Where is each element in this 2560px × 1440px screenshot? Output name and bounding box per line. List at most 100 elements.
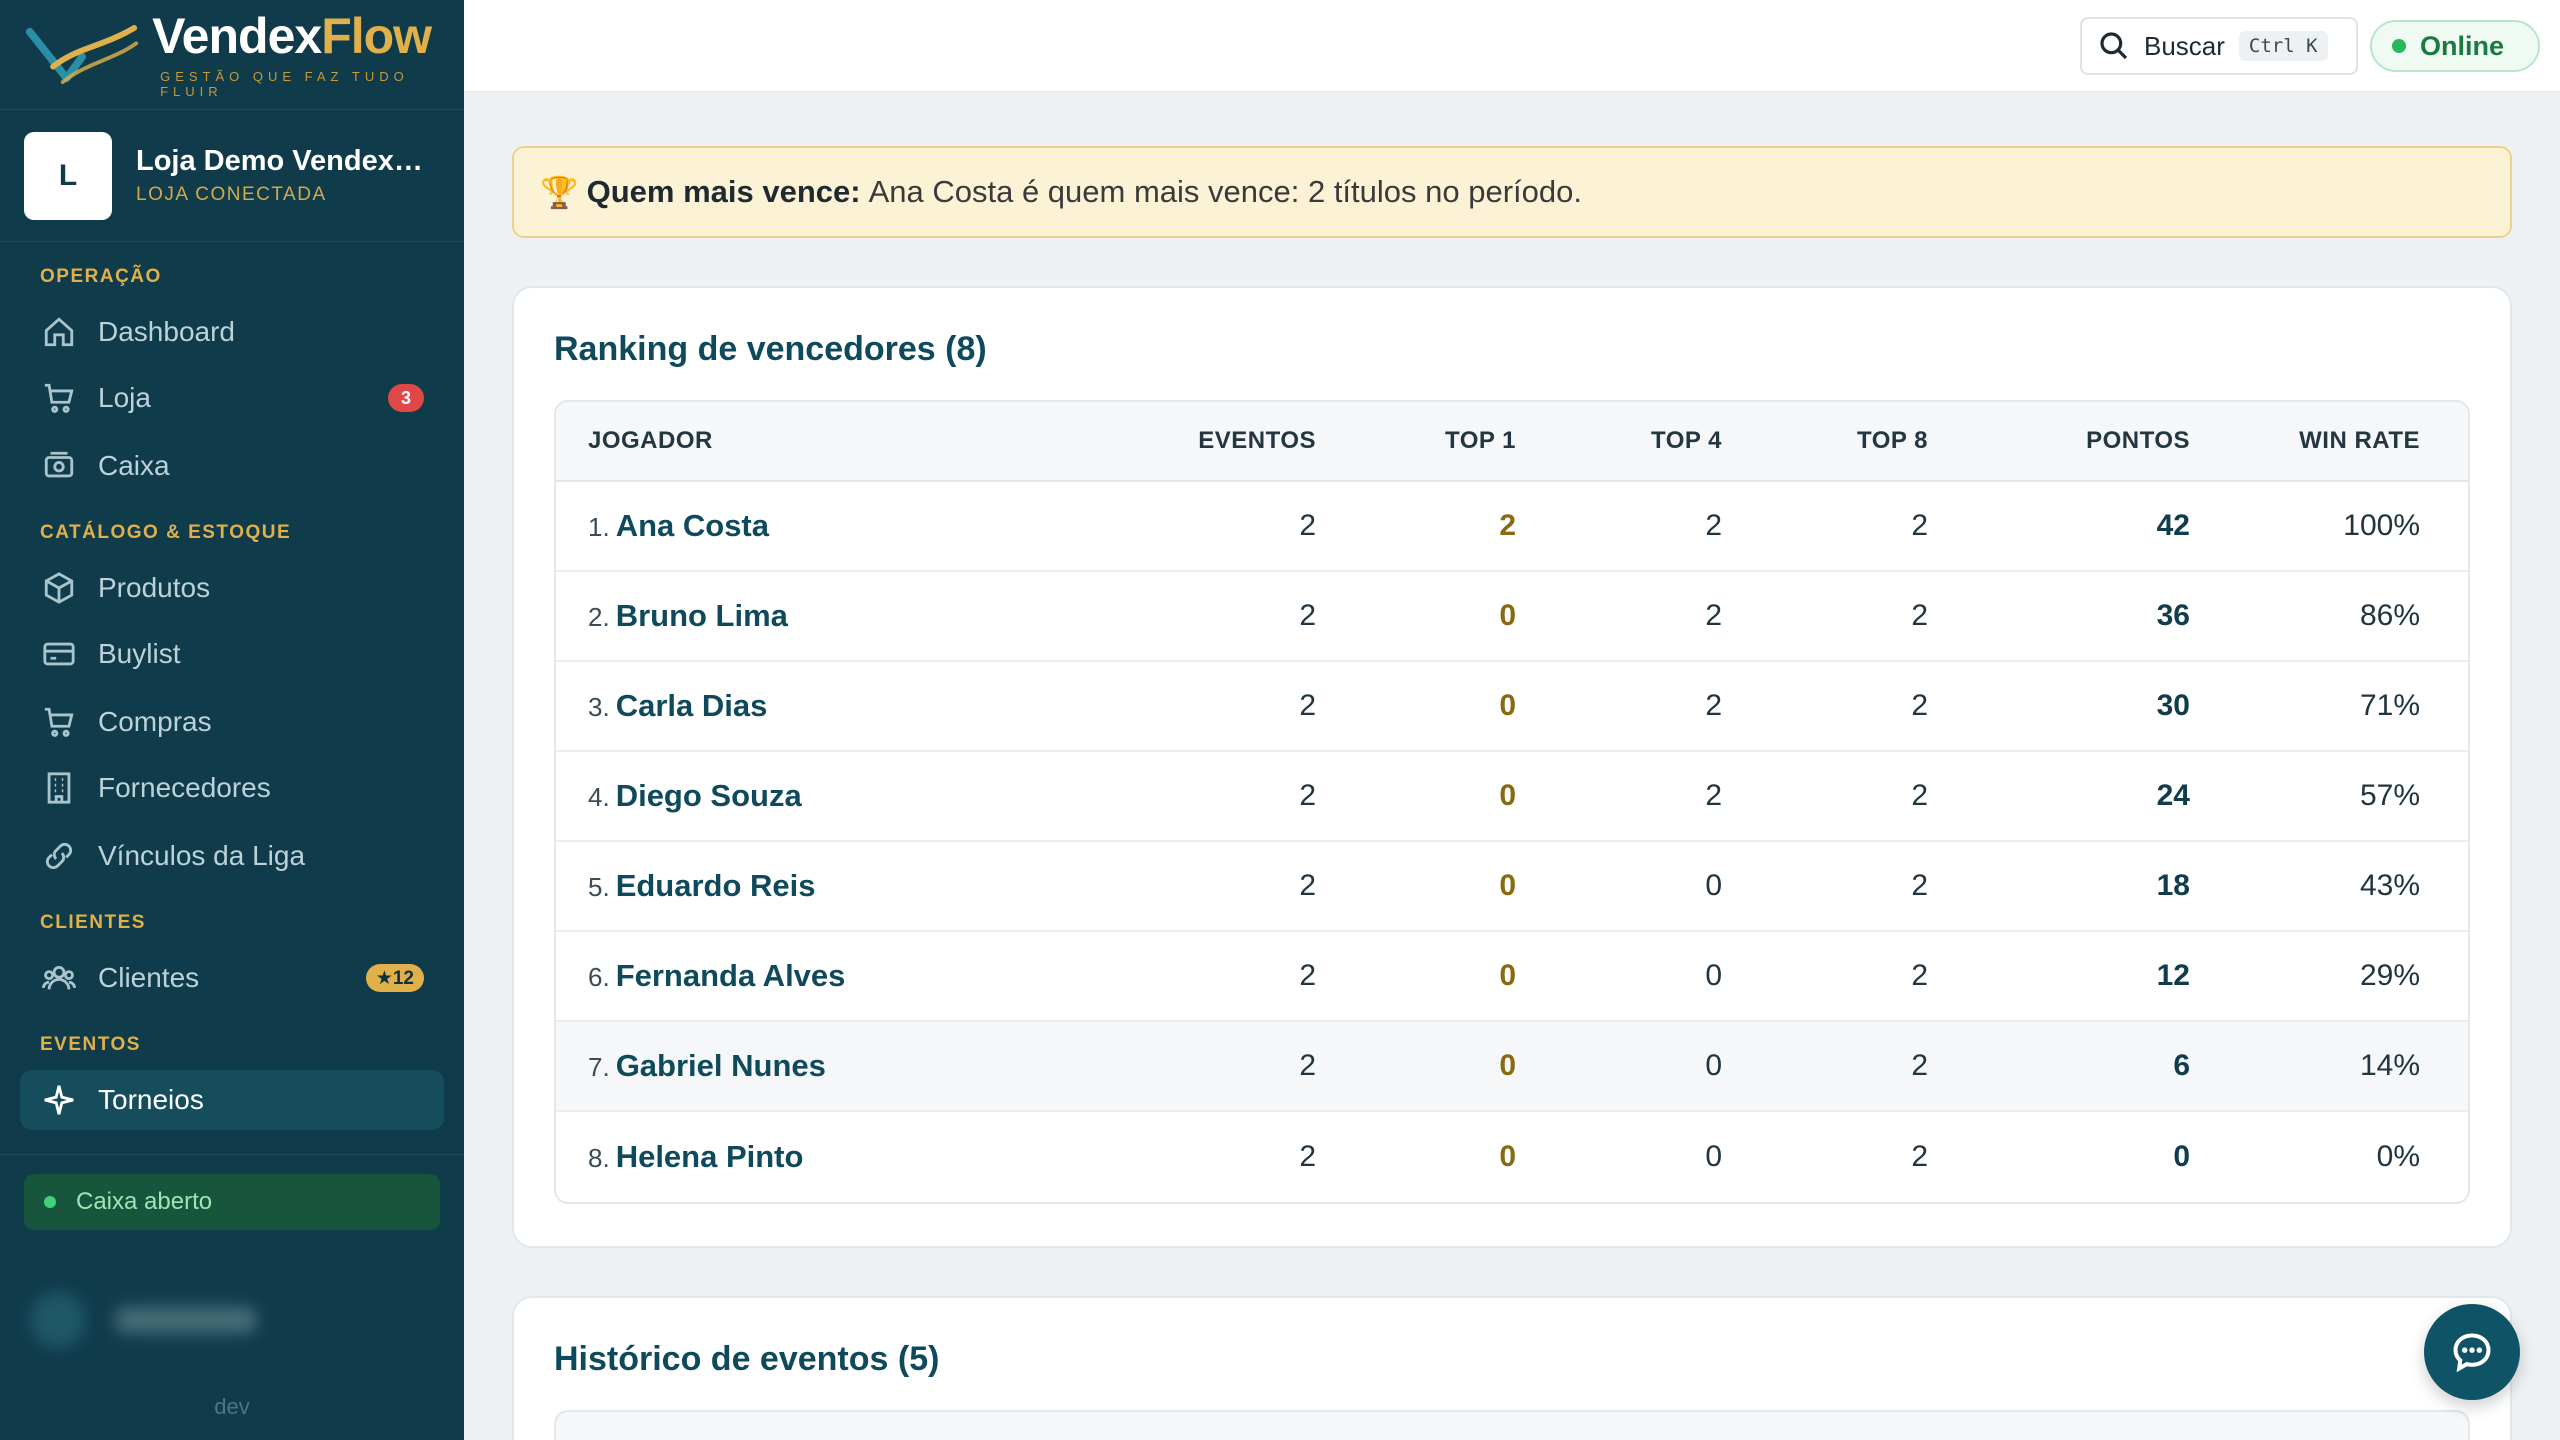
sidebar-item-clientes[interactable]: Clientes ★12 bbox=[20, 948, 444, 1008]
environment-label: dev bbox=[214, 1394, 250, 1419]
column-header-pontos[interactable]: PONTOS bbox=[1928, 427, 2190, 455]
sidebar-item-buylist[interactable]: Buylist bbox=[20, 624, 444, 684]
top8-cell: 2 bbox=[1911, 689, 1928, 722]
ranking-table-header: JOGADOR EVENTOS TOP 1 TOP 4 TOP 8 PONTOS… bbox=[556, 402, 2468, 482]
player-cell: 1. Ana Costa bbox=[556, 508, 1116, 544]
eventos-cell: 2 bbox=[1299, 779, 1316, 812]
player-rank: 2. bbox=[588, 602, 610, 632]
cash-status-indicator[interactable]: Caixa aberto bbox=[24, 1174, 440, 1230]
player-rank: 7. bbox=[588, 1052, 610, 1082]
player-name-link[interactable]: Diego Souza bbox=[616, 778, 802, 813]
eventos-cell: 2 bbox=[1299, 869, 1316, 902]
top-winner-banner: 🏆 Quem mais vence: Ana Costa é quem mais… bbox=[512, 146, 2512, 238]
sidebar-item-loja[interactable]: Loja 3 bbox=[20, 368, 444, 428]
chat-bubble-icon bbox=[2453, 1333, 2491, 1373]
sidebar-item-label: Fornecedores bbox=[98, 772, 271, 803]
brand-logo[interactable]: VendexFlow GESTÃO QUE FAZ TUDO FLUIR bbox=[0, 0, 464, 110]
sidebar-item-fornecedores[interactable]: Fornecedores bbox=[20, 758, 444, 818]
store-switcher[interactable]: L Loja Demo VendexFlow LOJA CONECTADA bbox=[0, 110, 464, 242]
top8-cell: 2 bbox=[1911, 959, 1928, 992]
player-cell: 2. Bruno Lima bbox=[556, 598, 1116, 634]
brand-name-flow: Flow bbox=[321, 7, 432, 64]
sidebar: VendexFlow GESTÃO QUE FAZ TUDO FLUIR L L… bbox=[0, 0, 464, 1440]
player-name-link[interactable]: Carla Dias bbox=[616, 688, 768, 723]
top1-cell: 0 bbox=[1499, 1049, 1516, 1082]
clientes-vip-badge: ★12 bbox=[365, 964, 424, 992]
avatar bbox=[30, 1292, 86, 1348]
sidebar-item-label: Clientes bbox=[98, 962, 200, 993]
sidebar-item-label: Dashboard bbox=[98, 316, 235, 347]
player-rank: 6. bbox=[588, 962, 610, 992]
cash-status-label: Caixa aberto bbox=[76, 1188, 213, 1215]
global-search-button[interactable]: Buscar Ctrl K bbox=[2080, 17, 2358, 75]
winrate-cell: 0% bbox=[2376, 1140, 2420, 1173]
eventos-cell: 2 bbox=[1299, 689, 1316, 722]
eventos-cell: 2 bbox=[1299, 959, 1316, 992]
column-header-winrate[interactable]: WIN RATE bbox=[2190, 427, 2452, 455]
player-rank: 1. bbox=[588, 512, 610, 542]
search-icon bbox=[2100, 32, 2128, 60]
cash-register-icon bbox=[44, 451, 74, 478]
player-cell: 3. Carla Dias bbox=[556, 688, 1116, 724]
table-row[interactable]: 1. Ana Costa 2 2 2 2 42 100% bbox=[556, 482, 2468, 572]
table-row[interactable]: 5. Eduardo Reis 2 0 0 2 18 43% bbox=[556, 842, 2468, 932]
column-header-jogador[interactable]: JOGADOR bbox=[556, 427, 1116, 455]
winrate-cell: 71% bbox=[2359, 689, 2420, 722]
online-dot-icon bbox=[2392, 39, 2406, 53]
table-row[interactable]: 6. Fernanda Alves 2 0 0 2 12 29% bbox=[556, 932, 2468, 1022]
top8-cell: 2 bbox=[1911, 869, 1928, 902]
pontos-cell: 6 bbox=[2173, 1049, 2190, 1082]
top8-cell: 2 bbox=[1911, 1049, 1928, 1082]
pontos-cell: 42 bbox=[2156, 509, 2190, 542]
home-icon bbox=[44, 317, 74, 347]
support-chat-button[interactable] bbox=[2424, 1304, 2520, 1400]
column-header-top1[interactable]: TOP 1 bbox=[1316, 427, 1516, 455]
sidebar-item-compras[interactable]: Compras bbox=[20, 692, 444, 752]
sidebar-item-torneios[interactable]: Torneios bbox=[20, 1070, 444, 1130]
sidebar-item-dashboard[interactable]: Dashboard bbox=[20, 302, 444, 362]
table-row[interactable]: 8. Helena Pinto 2 0 0 2 0 0% bbox=[556, 1112, 2468, 1202]
player-rank: 3. bbox=[588, 692, 610, 722]
nav-section-operacao: OPERAÇÃO bbox=[40, 266, 162, 287]
top1-cell: 0 bbox=[1499, 779, 1516, 812]
sidebar-item-vinculos[interactable]: Vínculos da Liga bbox=[20, 826, 444, 886]
top4-cell: 0 bbox=[1705, 959, 1722, 992]
link-icon bbox=[45, 842, 73, 870]
player-name-link[interactable]: Bruno Lima bbox=[616, 598, 788, 633]
user-profile-blurred[interactable] bbox=[30, 1280, 430, 1360]
player-name-link[interactable]: Fernanda Alves bbox=[616, 958, 846, 993]
loja-count-badge: 3 bbox=[388, 384, 424, 412]
brand-tagline: GESTÃO QUE FAZ TUDO FLUIR bbox=[160, 68, 409, 99]
player-cell: 7. Gabriel Nunes bbox=[556, 1048, 1116, 1084]
player-name-link[interactable]: Ana Costa bbox=[616, 508, 769, 543]
table-row[interactable]: 4. Diego Souza 2 0 2 2 24 57% bbox=[556, 752, 2468, 842]
search-shortcut-hint: Ctrl K bbox=[2238, 31, 2328, 61]
player-name-link[interactable]: Helena Pinto bbox=[616, 1139, 804, 1174]
player-rank: 4. bbox=[588, 782, 610, 812]
player-cell: 6. Fernanda Alves bbox=[556, 958, 1116, 994]
pontos-cell: 36 bbox=[2156, 599, 2190, 632]
top1-cell: 0 bbox=[1499, 869, 1516, 902]
winrate-cell: 100% bbox=[2343, 509, 2420, 542]
store-name: Loja Demo VendexFlow bbox=[136, 145, 436, 177]
eventos-cell: 2 bbox=[1299, 509, 1316, 542]
column-header-eventos[interactable]: EVENTOS bbox=[1116, 427, 1316, 455]
table-row[interactable]: 7. Gabriel Nunes 2 0 0 2 6 14% bbox=[556, 1022, 2468, 1112]
column-header-top4[interactable]: TOP 4 bbox=[1516, 427, 1722, 455]
player-name-link[interactable]: Gabriel Nunes bbox=[616, 1048, 826, 1083]
player-name-link[interactable]: Eduardo Reis bbox=[616, 868, 816, 903]
top8-cell: 2 bbox=[1911, 779, 1928, 812]
top4-cell: 0 bbox=[1705, 1049, 1722, 1082]
column-header-top8[interactable]: TOP 8 bbox=[1722, 427, 1928, 455]
history-card: Histórico de eventos (5) bbox=[512, 1296, 2512, 1440]
table-row[interactable]: 3. Carla Dias 2 0 2 2 30 71% bbox=[556, 662, 2468, 752]
brand-name: VendexFlow bbox=[152, 11, 464, 61]
sparkle-icon bbox=[44, 1085, 74, 1115]
winrate-cell: 86% bbox=[2359, 599, 2420, 632]
sidebar-item-caixa[interactable]: Caixa bbox=[20, 436, 444, 496]
sidebar-item-label: Compras bbox=[98, 706, 212, 737]
table-row[interactable]: 2. Bruno Lima 2 0 2 2 36 86% bbox=[556, 572, 2468, 662]
sidebar-item-produtos[interactable]: Produtos bbox=[20, 558, 444, 618]
store-status: LOJA CONECTADA bbox=[136, 184, 327, 205]
sidebar-item-label: Caixa bbox=[98, 450, 170, 481]
